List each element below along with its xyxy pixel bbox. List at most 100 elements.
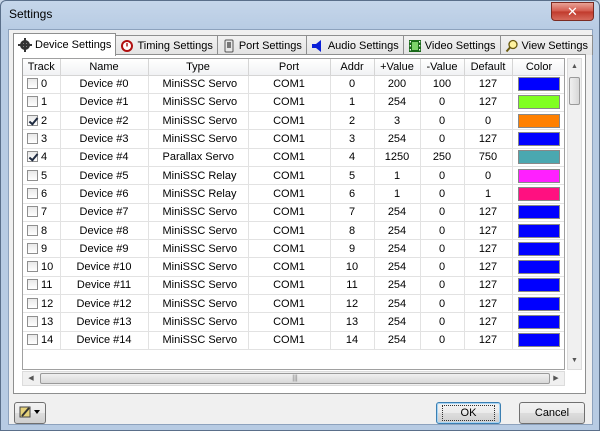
plus-value-cell[interactable]: 254 <box>374 276 421 296</box>
default-value-cell[interactable]: 750 <box>464 148 513 167</box>
type-cell[interactable]: MiniSSC Servo <box>148 129 249 149</box>
color-cell[interactable] <box>512 93 564 113</box>
color-cell[interactable] <box>512 331 564 350</box>
plus-value-cell[interactable]: 254 <box>374 257 421 277</box>
plus-value-cell[interactable]: 3 <box>374 111 421 131</box>
color-swatch[interactable] <box>518 95 560 110</box>
addr-cell[interactable]: 7 <box>330 203 375 222</box>
color-cell[interactable] <box>512 276 564 296</box>
color-cell[interactable] <box>512 75 564 94</box>
minus-value-cell[interactable]: 0 <box>420 111 465 131</box>
default-value-cell[interactable]: 0 <box>464 166 513 186</box>
column-header-color[interactable]: Color <box>512 59 564 76</box>
minus-value-cell[interactable]: 0 <box>420 331 465 350</box>
name-cell[interactable]: Device #14 <box>60 331 149 350</box>
plus-value-cell[interactable]: 254 <box>374 203 421 222</box>
port-cell[interactable]: COM1 <box>248 257 331 277</box>
tab-audio-settings[interactable]: Audio Settings <box>305 35 404 55</box>
track-cell[interactable]: 14 <box>23 331 61 350</box>
color-swatch[interactable] <box>518 205 560 220</box>
port-cell[interactable]: COM1 <box>248 331 331 350</box>
track-checkbox[interactable] <box>27 169 38 181</box>
minus-value-cell[interactable]: 0 <box>420 93 465 113</box>
name-cell[interactable]: Device #2 <box>60 111 149 131</box>
minus-value-cell[interactable]: 0 <box>420 257 465 277</box>
type-cell[interactable]: MiniSSC Servo <box>148 93 249 113</box>
tab-view-settings[interactable]: View Settings <box>499 35 593 55</box>
plus-value-cell[interactable]: 254 <box>374 239 421 259</box>
track-checkbox[interactable] <box>27 96 38 108</box>
name-cell[interactable]: Device #5 <box>60 166 149 186</box>
table-row[interactable]: 11 Device #11 MiniSSC Servo COM1 11 254 0 127 <box>23 276 564 296</box>
name-cell[interactable]: Device #4 <box>60 148 149 167</box>
column-header-value[interactable]: +Value <box>374 59 421 76</box>
column-header-default[interactable]: Default <box>464 59 513 76</box>
horizontal-scroll-thumb[interactable]: ||| <box>40 373 550 384</box>
vertical-scrollbar[interactable]: ▲ ▼ <box>567 58 582 370</box>
type-cell[interactable]: MiniSSC Servo <box>148 203 249 222</box>
column-header-addr[interactable]: Addr <box>330 59 375 76</box>
table-row[interactable]: 5 Device #5 MiniSSC Relay COM1 5 1 0 0 <box>23 166 564 186</box>
default-value-cell[interactable]: 127 <box>464 75 513 94</box>
track-checkbox[interactable] <box>27 151 38 163</box>
addr-cell[interactable]: 5 <box>330 166 375 186</box>
tab-port-settings[interactable]: Port Settings <box>216 35 307 55</box>
color-cell[interactable] <box>512 312 564 332</box>
name-cell[interactable]: Device #3 <box>60 129 149 149</box>
port-cell[interactable]: COM1 <box>248 111 331 131</box>
scroll-left-arrow-icon[interactable]: ◀ <box>23 372 39 385</box>
column-header-name[interactable]: Name <box>60 59 149 76</box>
color-cell[interactable] <box>512 111 564 131</box>
color-cell[interactable] <box>512 166 564 186</box>
name-cell[interactable]: Device #6 <box>60 184 149 204</box>
name-cell[interactable]: Device #0 <box>60 75 149 94</box>
type-cell[interactable]: MiniSSC Relay <box>148 166 249 186</box>
track-cell[interactable]: 1 <box>23 93 61 113</box>
minus-value-cell[interactable]: 100 <box>420 75 465 94</box>
type-cell[interactable]: MiniSSC Servo <box>148 239 249 259</box>
color-swatch[interactable] <box>518 260 560 275</box>
addr-cell[interactable]: 2 <box>330 111 375 131</box>
minus-value-cell[interactable]: 0 <box>420 294 465 314</box>
track-checkbox[interactable] <box>27 242 38 254</box>
column-header-port[interactable]: Port <box>248 59 331 76</box>
track-cell[interactable]: 6 <box>23 184 61 204</box>
name-cell[interactable]: Device #8 <box>60 221 149 241</box>
tab-timing-settings[interactable]: Timing Settings <box>115 35 218 55</box>
plus-value-cell[interactable]: 254 <box>374 93 421 113</box>
default-value-cell[interactable]: 127 <box>464 312 513 332</box>
scroll-down-arrow-icon[interactable]: ▼ <box>568 353 581 369</box>
port-cell[interactable]: COM1 <box>248 129 331 149</box>
column-header-value[interactable]: -Value <box>420 59 465 76</box>
type-cell[interactable]: MiniSSC Servo <box>148 111 249 131</box>
table-row[interactable]: 9 Device #9 MiniSSC Servo COM1 9 254 0 127 <box>23 239 564 259</box>
addr-cell[interactable]: 3 <box>330 129 375 149</box>
tab-device-settings[interactable]: Device Settings <box>13 33 117 56</box>
minus-value-cell[interactable]: 0 <box>420 239 465 259</box>
table-row[interactable]: 7 Device #7 MiniSSC Servo COM1 7 254 0 127 <box>23 203 564 222</box>
default-value-cell[interactable]: 1 <box>464 184 513 204</box>
plus-value-cell[interactable]: 254 <box>374 312 421 332</box>
track-checkbox[interactable] <box>27 133 38 145</box>
color-swatch[interactable] <box>518 168 560 183</box>
type-cell[interactable]: MiniSSC Servo <box>148 312 249 332</box>
plus-value-cell[interactable]: 1 <box>374 166 421 186</box>
addr-cell[interactable]: 1 <box>330 93 375 113</box>
track-cell[interactable]: 7 <box>23 203 61 222</box>
table-row[interactable]: 14 Device #14 MiniSSC Servo COM1 14 254 0 127 <box>23 331 564 350</box>
plus-value-cell[interactable]: 1250 <box>374 148 421 167</box>
tools-dropdown-button[interactable] <box>14 402 46 424</box>
cancel-button[interactable]: Cancel <box>519 402 585 424</box>
track-checkbox[interactable] <box>27 279 38 291</box>
minus-value-cell[interactable]: 0 <box>420 129 465 149</box>
default-value-cell[interactable]: 127 <box>464 331 513 350</box>
color-cell[interactable] <box>512 148 564 167</box>
addr-cell[interactable]: 9 <box>330 239 375 259</box>
track-cell[interactable]: 8 <box>23 221 61 241</box>
port-cell[interactable]: COM1 <box>248 75 331 94</box>
plus-value-cell[interactable]: 254 <box>374 294 421 314</box>
minus-value-cell[interactable]: 0 <box>420 166 465 186</box>
track-checkbox[interactable] <box>27 224 38 236</box>
type-cell[interactable]: MiniSSC Servo <box>148 221 249 241</box>
port-cell[interactable]: COM1 <box>248 166 331 186</box>
